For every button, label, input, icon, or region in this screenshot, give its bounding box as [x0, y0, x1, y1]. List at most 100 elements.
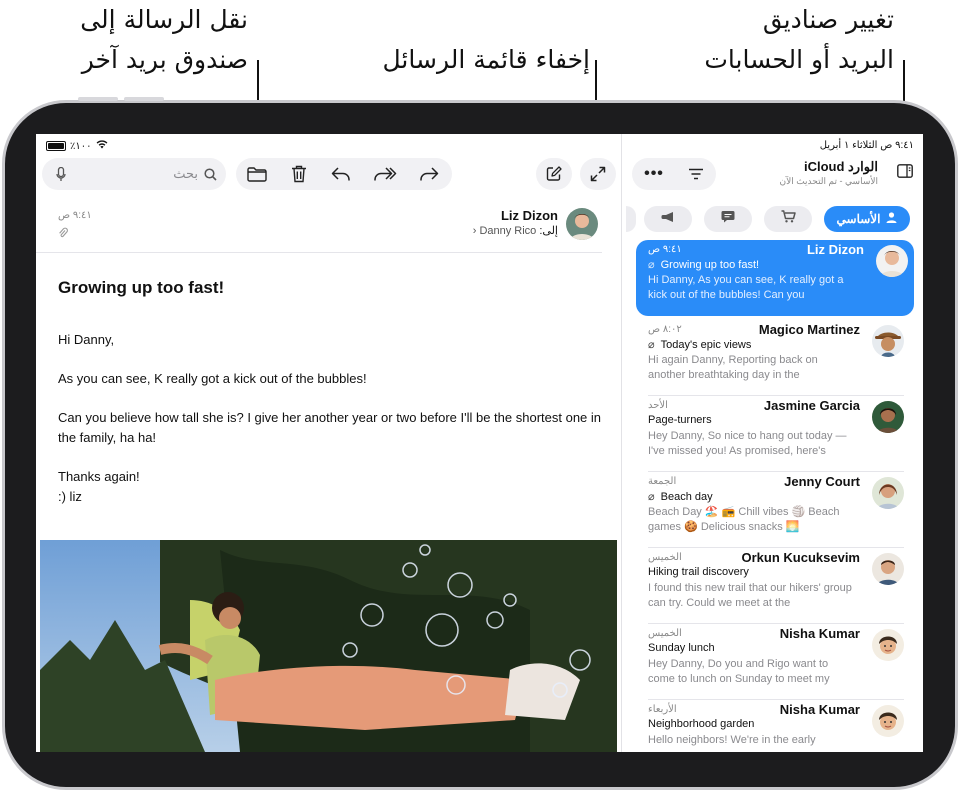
row-subject-text: Beach day	[660, 491, 713, 503]
avatar	[872, 401, 904, 433]
compose-button[interactable]	[536, 158, 572, 190]
message-row[interactable]: Jasmine Garcia الأحد Page-turners Hey Da…	[622, 396, 923, 472]
row-preview: I found this new trail that our hikers' …	[648, 582, 852, 609]
callout-hide-list: إخفاء قائمة الرسائل	[382, 45, 590, 74]
body-line: Hi Danny,	[58, 332, 115, 347]
tab-transactions[interactable]	[704, 206, 752, 232]
body-line: Thanks again!	[58, 469, 140, 484]
row-sender: Orkun Kucuksevim	[741, 550, 861, 565]
message-row[interactable]: Orkun Kucuksevim الخميس Hiking trail dis…	[622, 548, 923, 624]
message-sender: Liz Dizon	[500, 208, 558, 223]
avatar	[876, 245, 908, 277]
row-time: الخميس	[648, 628, 682, 639]
tab-primary[interactable]: الأساسي	[824, 206, 910, 232]
more-button[interactable]: •••	[632, 158, 716, 190]
compose-icon	[545, 165, 563, 183]
filter-icon[interactable]	[686, 165, 706, 183]
status-left: ٪١٠٠	[46, 140, 108, 152]
row-subject: ⌀ Today's epic views	[648, 338, 751, 351]
avatar	[872, 629, 904, 661]
row-preview: Beach Day 🏖️ 📻 Chill vibes 🏐 Beach games…	[648, 506, 840, 533]
mailbox-subtitle: الأساسي - تم التحديث الآن	[779, 176, 878, 186]
reply-icon[interactable]	[330, 164, 352, 184]
trash-icon[interactable]	[288, 164, 310, 184]
row-sender: Magico Martinez	[758, 322, 860, 337]
reply-all-icon[interactable]	[372, 164, 398, 184]
expand-icon	[589, 165, 607, 183]
message-recipient[interactable]: إلى: Danny Rico ‹	[473, 224, 558, 237]
person-icon	[886, 212, 897, 226]
row-time: الجمعة	[648, 476, 677, 487]
chevron-left-icon: ‹	[472, 225, 477, 237]
body-line: Can you believe how tall she is? I give …	[58, 410, 602, 425]
row-preview: Hey Danny, Do you and Rigo want to come …	[648, 658, 830, 685]
sender-avatar	[566, 208, 598, 240]
tab-primary-label: الأساسي	[836, 212, 881, 226]
megaphone-icon	[660, 210, 676, 228]
row-subject: ⌀ Growing up too fast!	[648, 258, 759, 271]
mailbox-title: الوارد iCloud	[803, 159, 878, 174]
attached-photo[interactable]	[40, 540, 617, 752]
message-row[interactable]: Nisha Kumar الخميس Sunday lunch Hey Dann…	[622, 624, 923, 700]
message-row[interactable]: Liz Dizon ٩:٤١ ص ⌀ Growing up too fast! H…	[636, 240, 914, 316]
attachment-icon: ⌀	[648, 339, 655, 351]
row-subject: Neighborhood garden	[648, 718, 755, 730]
cart-icon	[781, 210, 796, 228]
avatar	[872, 477, 904, 509]
row-time: الخميس	[648, 552, 682, 563]
battery-icon	[46, 141, 66, 151]
row-preview: Hi again Danny, Reporting back on anothe…	[648, 354, 818, 381]
header-divider	[36, 252, 602, 253]
attachment-icon: ⌀	[648, 259, 655, 271]
callout-move-line2: صندوق بريد آخر	[81, 45, 248, 74]
row-subject: Page-turners	[648, 414, 712, 426]
message-row[interactable]: Nisha Kumar الأربعاء Neighborhood garden…	[622, 700, 923, 752]
attachment-icon: ⌀	[648, 491, 655, 503]
body-line: As you can see, K really got a kick out …	[58, 371, 367, 386]
tab-updates[interactable]	[644, 206, 692, 232]
search-field[interactable]: بحث	[42, 158, 226, 190]
tab-promotions[interactable]	[626, 206, 636, 232]
attachment-icon	[58, 226, 68, 244]
volume-button-2	[124, 97, 164, 101]
callout-move-line1: نقل الرسالة إلى	[80, 5, 248, 34]
to-label: إلى:	[539, 225, 558, 237]
row-subject-text: Growing up too fast!	[660, 259, 760, 271]
message-subject: Growing up too fast!	[58, 278, 225, 297]
row-preview: Hey Danny, So nice to hang out today —I'…	[648, 430, 847, 457]
message-actions-toolbar	[236, 158, 452, 190]
row-sender: Jenny Court	[784, 474, 860, 489]
sidebar-icon	[897, 163, 913, 183]
row-time: ٩:٤١ ص	[648, 244, 682, 255]
chat-bubble-icon	[721, 210, 735, 228]
sidebar-toggle-button[interactable]	[892, 160, 918, 186]
message-list-pane: ٩:٤١ ص الثلاثاء ١ أبريل ••• الوارد iClou…	[621, 134, 923, 752]
row-time: ٨:٠٢ ص	[648, 324, 682, 335]
microphone-icon[interactable]	[54, 166, 68, 182]
row-time: الأحد	[648, 400, 668, 411]
ellipsis-icon[interactable]: •••	[644, 165, 664, 183]
row-sender: Liz Dizon	[806, 242, 864, 257]
body-line: :) liz	[58, 489, 82, 504]
tab-shopping[interactable]	[764, 206, 812, 232]
row-subject-text: Today's epic views	[660, 339, 752, 351]
row-preview: Hello neighbors! We're in the early	[648, 734, 816, 746]
screen: ٪١٠٠ بحث Liz Dizon إلى: Danny Rico ‹ ٩:٤…	[36, 134, 923, 752]
message-row[interactable]: Jenny Court الجمعة ⌀ Beach day Beach Day …	[622, 472, 923, 548]
message-row[interactable]: Magico Martinez ٨:٠٢ ص ⌀ Today's epic vie…	[622, 320, 923, 396]
row-subject: Sunday lunch	[648, 642, 715, 654]
avatar	[872, 705, 904, 737]
row-sender: Nisha Kumar	[779, 702, 860, 717]
avatar	[872, 325, 904, 357]
row-preview: Hi Danny, As you can see, K really got a…	[648, 274, 844, 301]
avatar	[872, 553, 904, 585]
hide-message-list-button[interactable]	[580, 158, 616, 190]
status-time-date: ٩:٤١ ص الثلاثاء ١ أبريل	[819, 140, 914, 151]
row-time: الأربعاء	[648, 704, 677, 715]
row-sender: Nisha Kumar	[779, 626, 860, 641]
forward-icon[interactable]	[418, 164, 440, 184]
move-to-folder-icon[interactable]	[246, 164, 268, 184]
search-placeholder: بحث	[173, 166, 198, 181]
search-icon	[202, 166, 218, 182]
message-detail-pane: ٪١٠٠ بحث Liz Dizon إلى: Danny Rico ‹ ٩:٤…	[36, 134, 620, 752]
